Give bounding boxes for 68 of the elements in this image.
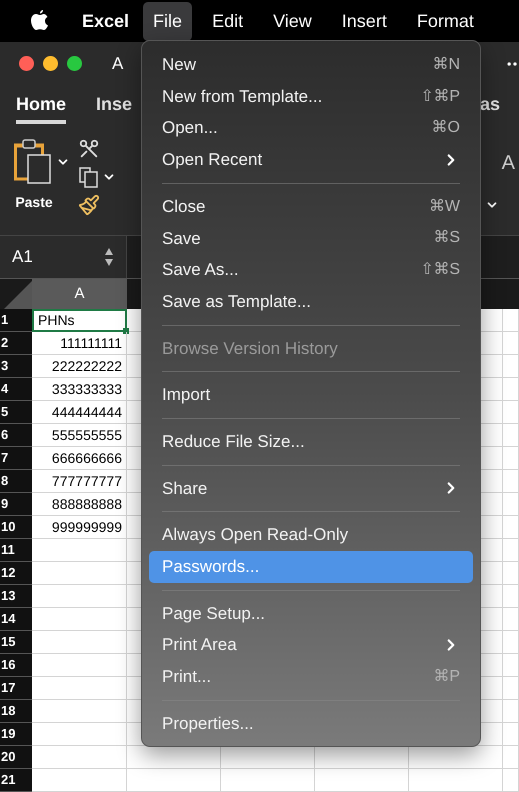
- row-header[interactable]: 2: [0, 332, 32, 355]
- row-header[interactable]: 10: [0, 516, 32, 539]
- row-header[interactable]: 16: [0, 654, 32, 677]
- menu-item[interactable]: Import: [149, 379, 473, 411]
- ribbon-tab[interactable]: Inse: [96, 91, 132, 124]
- row-header[interactable]: 15: [0, 631, 32, 654]
- shortcut-label: ⌘P: [433, 666, 460, 687]
- table-cell: 111111111: [32, 332, 127, 355]
- row-header[interactable]: 20: [0, 746, 32, 769]
- menu-item[interactable]: Close ⌘W: [149, 190, 473, 222]
- row-header[interactable]: 7: [0, 447, 32, 470]
- shortcut-label: ⌘W: [428, 196, 460, 217]
- row-header[interactable]: 19: [0, 723, 32, 746]
- menu-item[interactable]: New ⌘N: [149, 49, 473, 81]
- column-header[interactable]: A: [32, 279, 127, 309]
- menu-bar-item[interactable]: Format: [406, 2, 484, 40]
- table-cell: 222222222: [32, 355, 127, 378]
- menu-bar-item[interactable]: Edit: [202, 2, 254, 40]
- row-header[interactable]: 6: [0, 424, 32, 447]
- paste-label: Paste: [15, 193, 53, 212]
- table-cell: PHNs: [32, 309, 127, 332]
- row-header[interactable]: 21: [0, 769, 32, 792]
- window-title: A: [112, 52, 124, 75]
- ribbon-tab[interactable]: Home: [16, 91, 66, 124]
- row-header[interactable]: 3: [0, 355, 32, 378]
- table-cell: 666666666: [32, 447, 127, 470]
- menu-item[interactable]: Open... ⌘O: [149, 112, 473, 144]
- row-header[interactable]: 8: [0, 470, 32, 493]
- menu-item[interactable]: Always Open Read-Only: [149, 519, 473, 551]
- menu-bar-item[interactable]: Insert: [332, 2, 397, 40]
- row-header[interactable]: 12: [0, 562, 32, 585]
- row-header[interactable]: 17: [0, 677, 32, 700]
- menu-item[interactable]: Reduce File Size...: [149, 426, 473, 458]
- menu-bar-item[interactable]: File: [143, 2, 192, 40]
- table-cell: 888888888: [32, 493, 127, 516]
- shortcut-label: ⇧⌘S: [420, 260, 460, 280]
- row-header[interactable]: 4: [0, 378, 32, 401]
- menu-item[interactable]: Save ⌘S: [149, 222, 473, 254]
- row-header[interactable]: 5: [0, 401, 32, 424]
- ribbon-tab[interactable]: as: [480, 91, 500, 124]
- table-cell: 444444444: [32, 401, 127, 424]
- table-cell: 555555555: [32, 424, 127, 447]
- table-cell: 999999999: [32, 516, 127, 539]
- menu-item[interactable]: Print... ⌘P: [149, 661, 473, 693]
- row-header[interactable]: 13: [0, 585, 32, 608]
- shortcut-label: ⌘N: [432, 54, 460, 75]
- menu-item[interactable]: New from Template... ⇧⌘P: [149, 80, 473, 112]
- row-header[interactable]: 1: [0, 309, 32, 332]
- name-box[interactable]: A1: [0, 236, 127, 278]
- row-header[interactable]: 9: [0, 493, 32, 516]
- menu-item[interactable]: Page Setup...: [149, 598, 473, 630]
- app-name[interactable]: Excel: [82, 8, 130, 34]
- font-size-label[interactable]: A: [502, 148, 515, 178]
- menu-item[interactable]: Print Area: [149, 629, 473, 661]
- table-cell: 333333333: [32, 378, 127, 401]
- row-header[interactable]: 18: [0, 700, 32, 723]
- row-header[interactable]: 11: [0, 539, 32, 562]
- shortcut-label: ⌘S: [433, 228, 460, 248]
- shortcut-label: ⌘O: [432, 118, 460, 138]
- menu-item[interactable]: Properties...: [149, 708, 473, 740]
- table-cell: 777777777: [32, 470, 127, 493]
- menu-item[interactable]: Save as Template...: [149, 286, 473, 318]
- menu-bar-item[interactable]: View: [263, 2, 322, 40]
- menu-item[interactable]: Open Recent: [149, 144, 473, 176]
- menu-item[interactable]: Share: [149, 472, 473, 504]
- row-header[interactable]: 14: [0, 608, 32, 631]
- menu-item[interactable]: Save As... ⇧⌘S: [149, 254, 473, 286]
- shortcut-label: ⇧⌘P: [420, 86, 460, 107]
